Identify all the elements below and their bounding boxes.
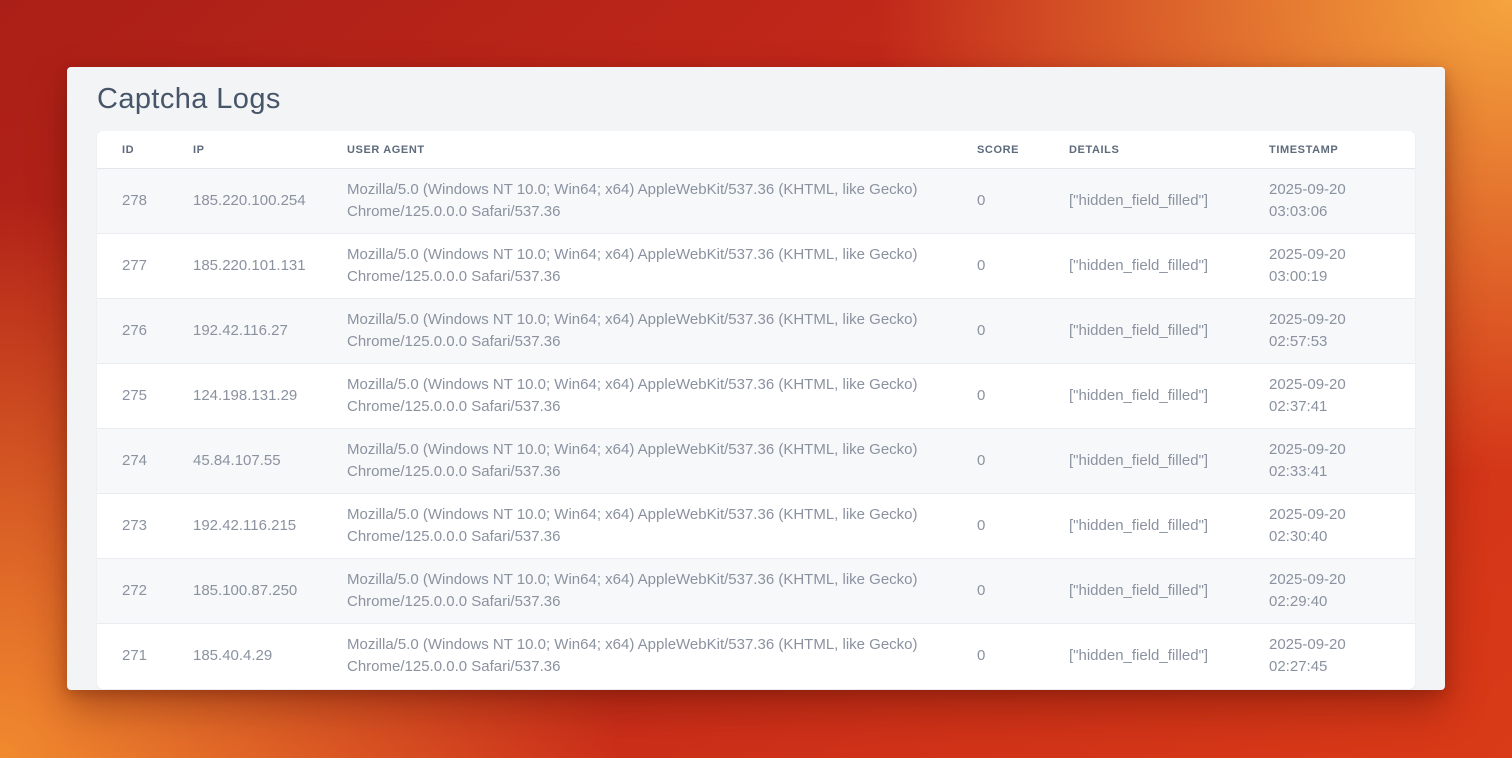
table-header-row: ID IP USER AGENT SCORE DETAILS TIMESTAMP xyxy=(97,131,1415,169)
table-row: 272 185.100.87.250 Mozilla/5.0 (Windows … xyxy=(97,559,1415,624)
cell-timestamp: 2025-09-20 02:57:53 xyxy=(1257,299,1415,364)
cell-ip: 185.220.100.254 xyxy=(181,169,335,234)
cell-user-agent: Mozilla/5.0 (Windows NT 10.0; Win64; x64… xyxy=(335,299,965,364)
cell-user-agent: Mozilla/5.0 (Windows NT 10.0; Win64; x64… xyxy=(335,429,965,494)
cell-details: ["hidden_field_filled"] xyxy=(1057,169,1257,234)
cell-timestamp: 2025-09-20 02:33:41 xyxy=(1257,429,1415,494)
cell-score: 0 xyxy=(965,494,1057,559)
cell-details: ["hidden_field_filled"] xyxy=(1057,364,1257,429)
cell-ip: 185.100.87.250 xyxy=(181,559,335,624)
column-header-timestamp: TIMESTAMP xyxy=(1257,131,1415,169)
cell-timestamp: 2025-09-20 02:30:40 xyxy=(1257,494,1415,559)
cell-id: 271 xyxy=(97,624,181,689)
table-row: 275 124.198.131.29 Mozilla/5.0 (Windows … xyxy=(97,364,1415,429)
table-row: 277 185.220.101.131 Mozilla/5.0 (Windows… xyxy=(97,234,1415,299)
table-row: 276 192.42.116.27 Mozilla/5.0 (Windows N… xyxy=(97,299,1415,364)
cell-user-agent: Mozilla/5.0 (Windows NT 10.0; Win64; x64… xyxy=(335,234,965,299)
page-title: Captcha Logs xyxy=(97,81,1415,117)
cell-score: 0 xyxy=(965,299,1057,364)
cell-user-agent: Mozilla/5.0 (Windows NT 10.0; Win64; x64… xyxy=(335,364,965,429)
cell-timestamp: 2025-09-20 02:27:45 xyxy=(1257,624,1415,689)
cell-score: 0 xyxy=(965,364,1057,429)
cell-details: ["hidden_field_filled"] xyxy=(1057,429,1257,494)
table-row: 274 45.84.107.55 Mozilla/5.0 (Windows NT… xyxy=(97,429,1415,494)
logs-table-container: ID IP USER AGENT SCORE DETAILS TIMESTAMP… xyxy=(97,131,1415,689)
cell-user-agent: Mozilla/5.0 (Windows NT 10.0; Win64; x64… xyxy=(335,494,965,559)
cell-details: ["hidden_field_filled"] xyxy=(1057,624,1257,689)
cell-ip: 185.220.101.131 xyxy=(181,234,335,299)
column-header-details: DETAILS xyxy=(1057,131,1257,169)
column-header-score: SCORE xyxy=(965,131,1057,169)
cell-score: 0 xyxy=(965,234,1057,299)
cell-id: 275 xyxy=(97,364,181,429)
table-row: 273 192.42.116.215 Mozilla/5.0 (Windows … xyxy=(97,494,1415,559)
cell-score: 0 xyxy=(965,429,1057,494)
cell-score: 0 xyxy=(965,559,1057,624)
cell-ip: 45.84.107.55 xyxy=(181,429,335,494)
cell-ip: 185.40.4.29 xyxy=(181,624,335,689)
column-header-ip: IP xyxy=(181,131,335,169)
cell-details: ["hidden_field_filled"] xyxy=(1057,494,1257,559)
table-body: 278 185.220.100.254 Mozilla/5.0 (Windows… xyxy=(97,169,1415,689)
captcha-logs-card: Captcha Logs ID IP USER AGENT SCORE DETA… xyxy=(67,67,1445,690)
cell-id: 273 xyxy=(97,494,181,559)
cell-timestamp: 2025-09-20 02:29:40 xyxy=(1257,559,1415,624)
cell-ip: 192.42.116.215 xyxy=(181,494,335,559)
cell-id: 278 xyxy=(97,169,181,234)
cell-id: 274 xyxy=(97,429,181,494)
cell-details: ["hidden_field_filled"] xyxy=(1057,299,1257,364)
cell-timestamp: 2025-09-20 02:37:41 xyxy=(1257,364,1415,429)
cell-id: 277 xyxy=(97,234,181,299)
cell-ip: 192.42.116.27 xyxy=(181,299,335,364)
cell-score: 0 xyxy=(965,169,1057,234)
cell-timestamp: 2025-09-20 03:03:06 xyxy=(1257,169,1415,234)
table-row: 271 185.40.4.29 Mozilla/5.0 (Windows NT … xyxy=(97,624,1415,689)
cell-details: ["hidden_field_filled"] xyxy=(1057,559,1257,624)
logs-table: ID IP USER AGENT SCORE DETAILS TIMESTAMP… xyxy=(97,131,1415,689)
cell-timestamp: 2025-09-20 03:00:19 xyxy=(1257,234,1415,299)
column-header-user-agent: USER AGENT xyxy=(335,131,965,169)
cell-user-agent: Mozilla/5.0 (Windows NT 10.0; Win64; x64… xyxy=(335,169,965,234)
cell-user-agent: Mozilla/5.0 (Windows NT 10.0; Win64; x64… xyxy=(335,559,965,624)
cell-score: 0 xyxy=(965,624,1057,689)
cell-id: 272 xyxy=(97,559,181,624)
cell-details: ["hidden_field_filled"] xyxy=(1057,234,1257,299)
column-header-id: ID xyxy=(97,131,181,169)
cell-ip: 124.198.131.29 xyxy=(181,364,335,429)
cell-user-agent: Mozilla/5.0 (Windows NT 10.0; Win64; x64… xyxy=(335,624,965,689)
cell-id: 276 xyxy=(97,299,181,364)
table-row: 278 185.220.100.254 Mozilla/5.0 (Windows… xyxy=(97,169,1415,234)
